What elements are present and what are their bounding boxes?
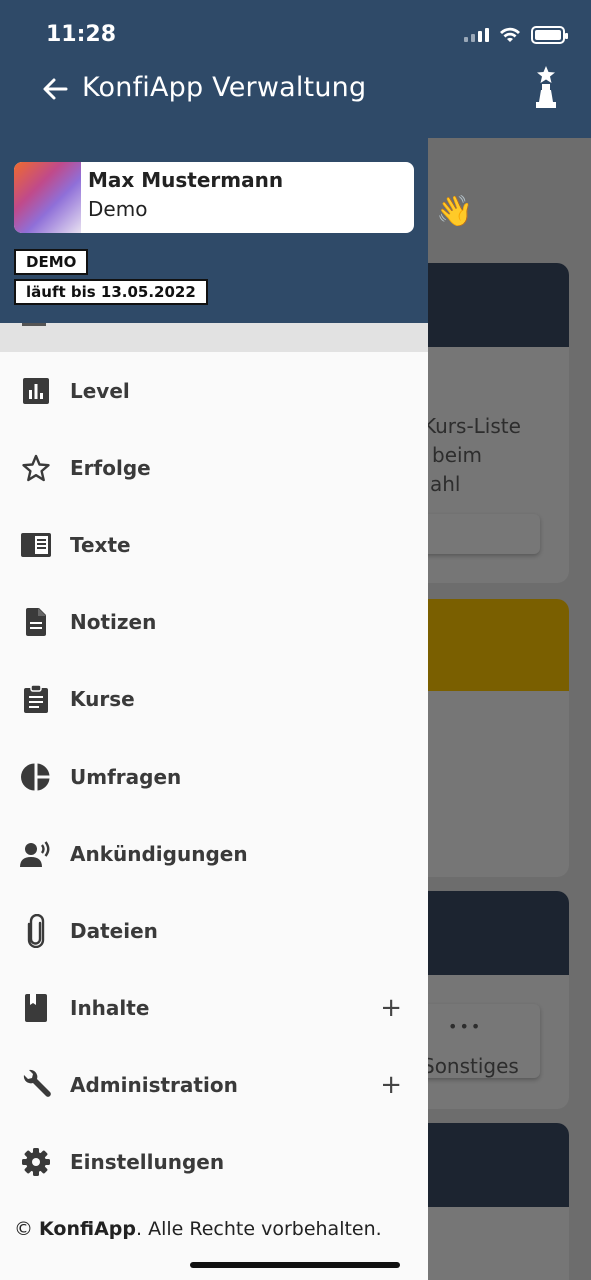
footer-brand: KonfiApp (39, 1218, 137, 1240)
bg-dots: ••• (448, 1017, 483, 1036)
bg-button (428, 514, 540, 554)
trophy-icon[interactable] (531, 64, 561, 110)
menu-label: Dateien (70, 918, 158, 943)
demo-badge: DEMO (14, 249, 89, 275)
navigation-drawer: Max Mustermann Demo DEMO läuft bis 13.05… (0, 138, 428, 1280)
home-indicator[interactable] (190, 1262, 400, 1268)
star-icon (20, 452, 52, 484)
background-page: 👋 Kurs-Liste beim ahl ••• Sonstiges (428, 138, 591, 1280)
menu-label: Level (70, 378, 130, 403)
footer-text: . Alle Rechte vorbehalten. (136, 1218, 382, 1240)
article-icon (20, 529, 52, 561)
menu-item-notizen[interactable]: Notizen (0, 584, 428, 661)
document-icon (20, 606, 52, 638)
user-name: Max Mustermann (88, 168, 284, 192)
app-header: 11:28 KonfiApp Verwaltung (0, 0, 591, 138)
page-title: KonfiApp Verwaltung (82, 72, 367, 103)
menu-item-texte[interactable]: Texte (0, 506, 428, 583)
expand-plus-icon[interactable]: + (380, 1070, 402, 1100)
paperclip-icon (20, 913, 52, 948)
menu-item-kurse[interactable]: Kurse (0, 661, 428, 738)
speaker-person-icon (20, 838, 52, 870)
bg-text-sonstiges: Sonstiges (428, 1054, 519, 1078)
valid-until-badge: läuft bis 13.05.2022 (14, 279, 208, 305)
menu-item-umfragen[interactable]: Umfragen (0, 738, 428, 815)
book-icon (20, 992, 52, 1024)
back-arrow-icon[interactable] (40, 74, 70, 104)
menu-label: Erfolge (70, 455, 151, 480)
menu-label: Notizen (70, 610, 157, 635)
wave-emoji: 👋 (436, 194, 474, 229)
status-time: 11:28 (46, 22, 117, 47)
menu-item-dateien[interactable]: Dateien (0, 892, 428, 969)
menu-item-administration[interactable]: Administration + (0, 1047, 428, 1124)
bg-text-3: ahl (430, 472, 461, 496)
menu-label: Umfragen (70, 764, 182, 789)
bar-chart-icon (20, 375, 52, 407)
drawer-menu: Level Erfolge Texte Notizen Kurse Umfrag… (0, 352, 428, 1201)
menu-label: Texte (70, 532, 131, 557)
wifi-icon (500, 27, 520, 42)
battery-icon (531, 26, 568, 44)
pie-chart-icon (20, 761, 52, 793)
wrench-icon (20, 1069, 52, 1101)
copyright-footer: © KonfiApp. Alle Rechte vorbehalten. (14, 1218, 382, 1240)
menu-label: Kurse (70, 687, 135, 712)
menu-label: Administration (70, 1073, 238, 1098)
menu-item-einstellungen[interactable]: Einstellungen (0, 1124, 428, 1201)
menu-label: Ankündigungen (70, 841, 248, 866)
menu-item-inhalte[interactable]: Inhalte + (0, 970, 428, 1047)
expand-plus-icon[interactable]: + (380, 993, 402, 1023)
menu-item-level[interactable]: Level (0, 352, 428, 429)
bg-text-1: Kurs-Liste (428, 414, 521, 438)
copyright-symbol: © (14, 1218, 33, 1240)
avatar (14, 162, 81, 233)
menu-item-ankuendigungen[interactable]: Ankündigungen (0, 815, 428, 892)
menu-item-partial[interactable] (0, 323, 428, 352)
drawer-header: Max Mustermann Demo DEMO läuft bis 13.05… (0, 138, 428, 323)
bg-text-2: beim (432, 443, 483, 467)
menu-label: Einstellungen (70, 1150, 225, 1175)
clipboard-icon (20, 683, 52, 715)
bg-card-2 (428, 599, 569, 877)
user-card[interactable]: Max Mustermann Demo (14, 162, 414, 233)
gear-icon (20, 1146, 52, 1178)
user-role: Demo (88, 197, 148, 221)
signal-icon (464, 28, 489, 42)
menu-label: Inhalte (70, 996, 150, 1021)
partial-icon (22, 323, 46, 326)
status-icons (464, 26, 568, 44)
menu-item-erfolge[interactable]: Erfolge (0, 429, 428, 506)
bg-card-4 (428, 1123, 569, 1280)
